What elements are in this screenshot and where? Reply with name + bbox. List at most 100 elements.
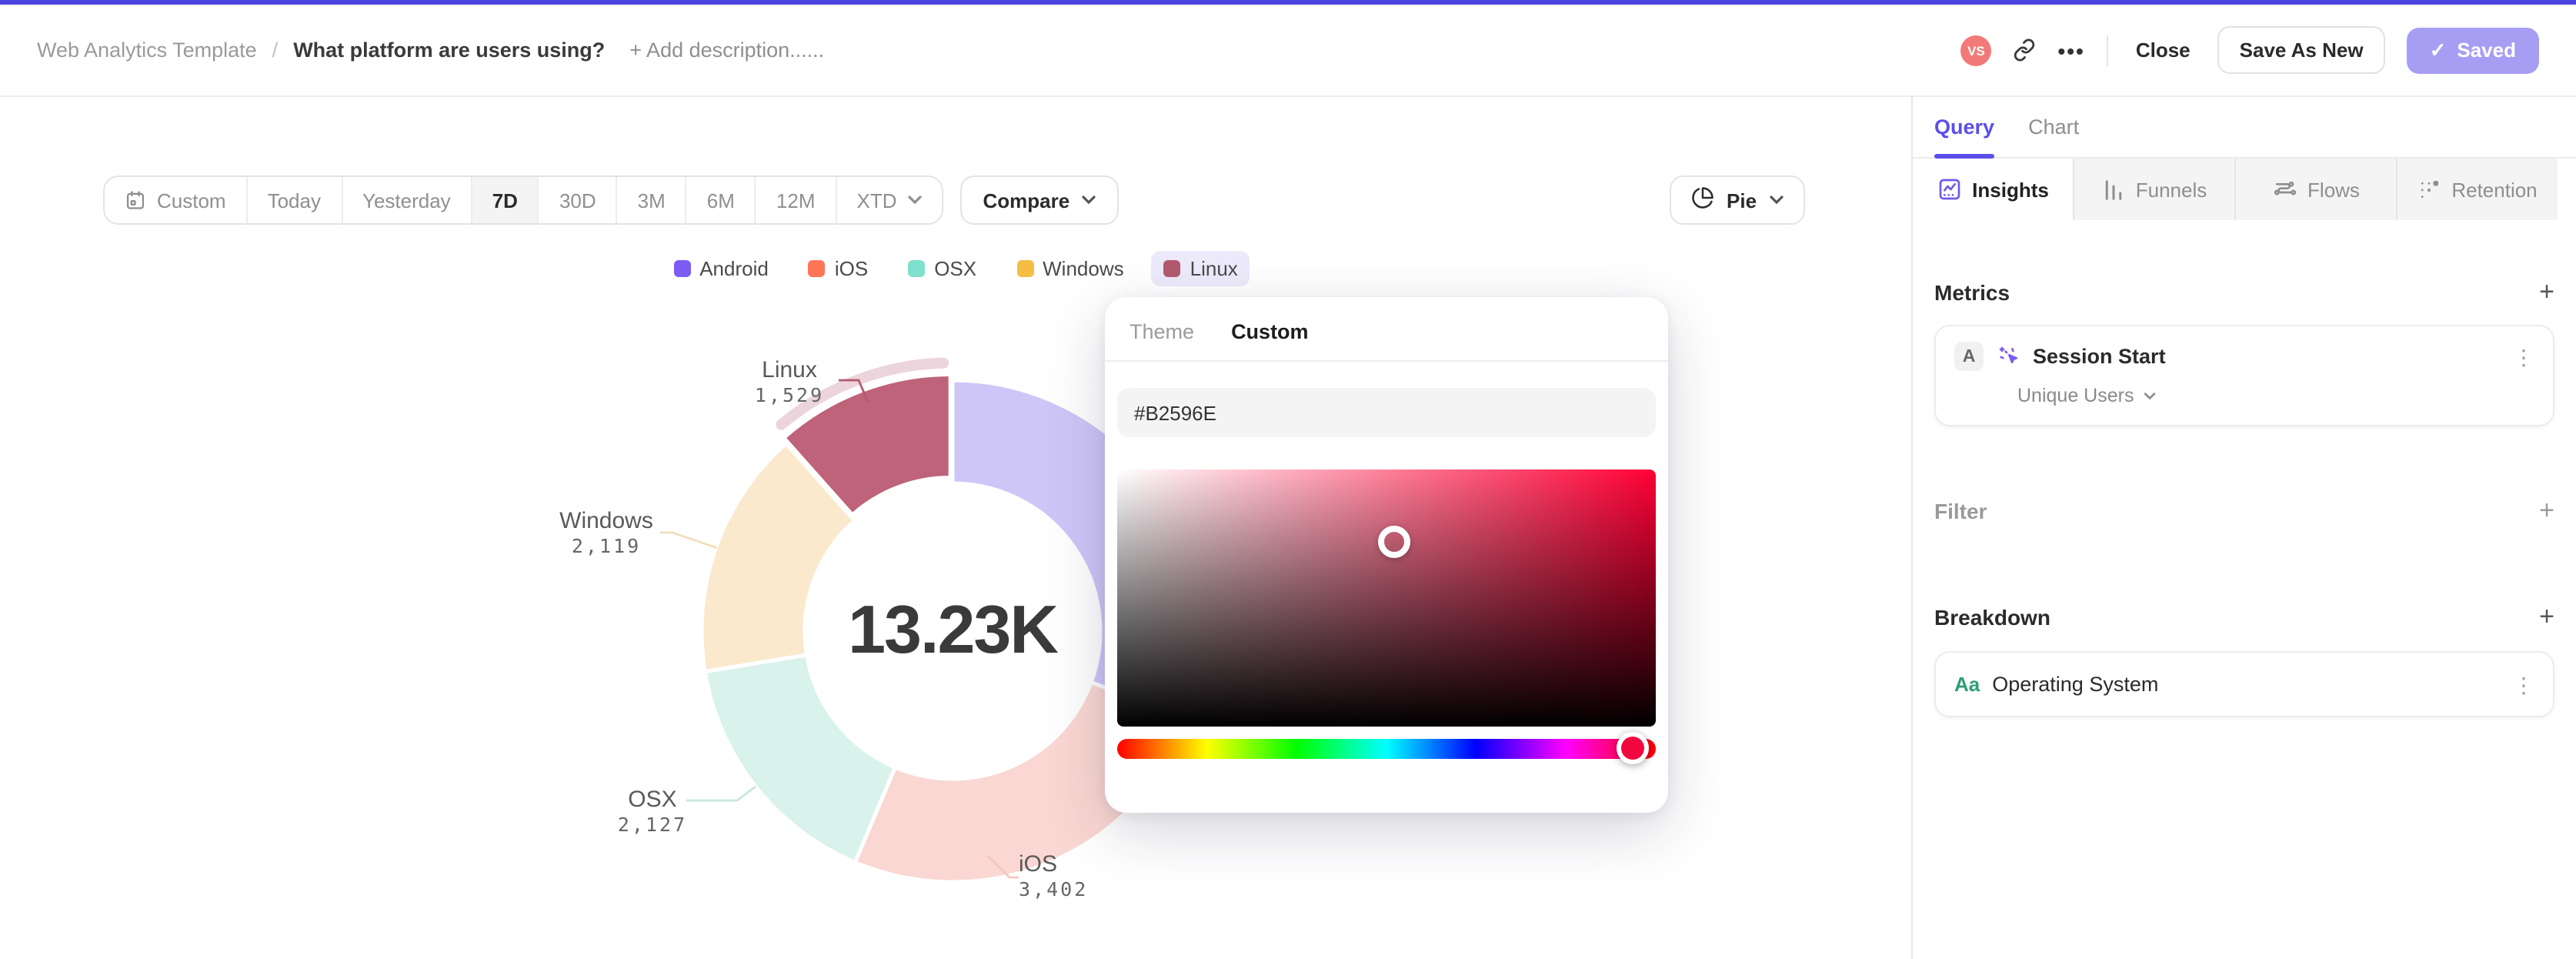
- pie-chart-icon: [1691, 186, 1714, 214]
- metrics-heading: Metrics: [1934, 279, 2010, 304]
- legend-swatch: [908, 260, 926, 277]
- legend-item-windows[interactable]: Windows: [1004, 251, 1136, 286]
- saturation-gradient-area[interactable]: [1117, 469, 1656, 727]
- saturation-cursor[interactable]: [1377, 526, 1410, 559]
- saved-button[interactable]: ✓ Saved: [2406, 27, 2539, 73]
- pie-label-ios: iOS 3,402: [1019, 851, 1089, 901]
- color-picker-popover: Theme Custom: [1105, 297, 1668, 813]
- string-property-icon: Aa: [1954, 673, 1980, 696]
- compare-label: Compare: [983, 189, 1070, 212]
- view-tab-insights[interactable]: Insights: [1913, 159, 2074, 220]
- saved-button-label: Saved: [2457, 38, 2516, 62]
- main: Custom Today Yesterday 7D 30D 3M 6M 12M XTD Comp…: [0, 97, 2576, 959]
- save-as-new-button[interactable]: Save As New: [2217, 26, 2385, 74]
- funnels-icon: [2102, 178, 2125, 201]
- hex-color-input[interactable]: [1117, 388, 1656, 437]
- sidebar-content: Metrics + A Session Start ⋮ Unique Users…: [1913, 279, 2576, 717]
- chart-legend: Android iOS OSX Windows Linux: [0, 251, 1911, 286]
- legend-label: OSX: [934, 257, 977, 280]
- breakdown-card[interactable]: Aa Operating System ⋮: [1934, 651, 2554, 717]
- page-title[interactable]: What platform are users using?: [293, 38, 605, 62]
- range-yesterday[interactable]: Yesterday: [342, 177, 472, 223]
- legend-item-osx[interactable]: OSX: [896, 251, 989, 286]
- breakdown-label: Operating System: [1992, 673, 2159, 696]
- chart-type-select[interactable]: Pie: [1670, 175, 1805, 225]
- aggregation-select[interactable]: Unique Users: [2017, 385, 2534, 406]
- chart-type-label: Pie: [1727, 189, 1757, 212]
- add-filter-button[interactable]: +: [2539, 497, 2554, 523]
- tab-theme[interactable]: Theme: [1130, 320, 1194, 343]
- range-7d[interactable]: 7D: [472, 177, 539, 223]
- range-30d[interactable]: 30D: [539, 177, 618, 223]
- check-icon: ✓: [2429, 38, 2447, 61]
- session-start-icon: [1996, 344, 2020, 369]
- breakdown-section-header: Breakdown +: [1934, 603, 2554, 630]
- view-tab-funnels[interactable]: Funnels: [2074, 159, 2236, 220]
- chevron-down-icon: [2143, 392, 2155, 399]
- breadcrumb-root[interactable]: Web Analytics Template: [37, 38, 257, 62]
- breadcrumb: Web Analytics Template / What platform a…: [37, 38, 824, 62]
- add-description-button[interactable]: + Add description......: [629, 38, 824, 62]
- metric-card[interactable]: A Session Start ⋮ Unique Users: [1934, 325, 2554, 426]
- pie-label-windows: Windows 2,119: [559, 508, 653, 557]
- filter-heading: Filter: [1934, 498, 1987, 523]
- legend-label: Linux: [1190, 257, 1238, 280]
- hue-slider[interactable]: [1117, 739, 1656, 759]
- legend-label: Android: [699, 257, 769, 280]
- breakdown-row: Aa Operating System ⋮: [1954, 673, 2534, 696]
- avatar[interactable]: VS: [1960, 35, 1992, 65]
- metric-kebab-icon[interactable]: ⋮: [2513, 346, 2534, 367]
- header-actions: VS ••• Close Save As New ✓ Saved: [1960, 26, 2539, 74]
- breadcrumb-separator: /: [272, 38, 279, 62]
- breakdown-kebab-icon[interactable]: ⋮: [2513, 673, 2534, 695]
- header: Web Analytics Template / What platform a…: [0, 5, 2576, 97]
- legend-swatch: [1163, 260, 1181, 277]
- insight-type-tabs: Insights Funnels Flows Retention: [1913, 159, 2558, 220]
- insights-icon: [1937, 177, 1961, 202]
- view-tab-flows[interactable]: Flows: [2236, 159, 2397, 220]
- chevron-down-icon: [1082, 195, 1096, 205]
- label-leader-osx: [686, 785, 756, 802]
- add-metric-button[interactable]: +: [2539, 279, 2554, 305]
- tab-chart[interactable]: Chart: [2028, 97, 2079, 157]
- date-range-segmented-control: Custom Today Yesterday 7D 30D 3M 6M 12M XTD: [103, 175, 943, 225]
- legend-swatch: [673, 260, 691, 277]
- range-xtd[interactable]: XTD: [836, 177, 942, 223]
- hue-slider-handle[interactable]: [1616, 732, 1649, 764]
- breakdown-heading: Breakdown: [1934, 604, 2050, 629]
- pie-slice-osx[interactable]: [702, 653, 897, 864]
- view-tab-retention[interactable]: Retention: [2397, 159, 2558, 220]
- range-3m[interactable]: 3M: [617, 177, 687, 223]
- legend-item-linux[interactable]: Linux: [1151, 251, 1250, 286]
- metric-label: Session Start: [2033, 345, 2166, 368]
- app-window: Web Analytics Template / What platform a…: [0, 0, 2576, 959]
- more-options-icon[interactable]: •••: [2057, 38, 2084, 62]
- legend-swatch: [808, 260, 826, 277]
- color-picker-tabs: Theme Custom: [1105, 297, 1668, 362]
- range-6m[interactable]: 6M: [686, 177, 756, 223]
- sidebar: Query Chart Insights Funnels Flows Retentio…: [1911, 97, 2576, 959]
- legend-item-android[interactable]: Android: [661, 251, 781, 286]
- series-letter-badge: A: [1954, 342, 1984, 371]
- metrics-section-header: Metrics +: [1934, 279, 2554, 305]
- aggregation-label: Unique Users: [2017, 385, 2134, 406]
- tab-query[interactable]: Query: [1934, 97, 1995, 159]
- legend-item-ios[interactable]: iOS: [796, 251, 880, 286]
- range-today[interactable]: Today: [247, 177, 342, 223]
- add-breakdown-button[interactable]: +: [2539, 603, 2554, 630]
- pie-label-linux: Linux 1,529: [754, 357, 825, 406]
- chevron-down-icon: [1769, 195, 1783, 205]
- share-link-icon[interactable]: [2013, 38, 2036, 62]
- range-custom[interactable]: Custom: [105, 177, 248, 223]
- flows-icon: [2272, 177, 2297, 202]
- metric-row: A Session Start ⋮: [1954, 342, 2534, 371]
- retention-icon: [2418, 178, 2441, 201]
- range-12m[interactable]: 12M: [756, 177, 837, 223]
- chart-region: Custom Today Yesterday 7D 30D 3M 6M 12M XTD Comp…: [0, 97, 1911, 959]
- legend-swatch: [1016, 260, 1034, 277]
- close-button[interactable]: Close: [2130, 29, 2197, 71]
- tab-custom[interactable]: Custom: [1231, 320, 1309, 343]
- chart-center-total: 13.23K: [848, 593, 1059, 668]
- legend-label: iOS: [834, 257, 869, 280]
- compare-button[interactable]: Compare: [959, 175, 1119, 225]
